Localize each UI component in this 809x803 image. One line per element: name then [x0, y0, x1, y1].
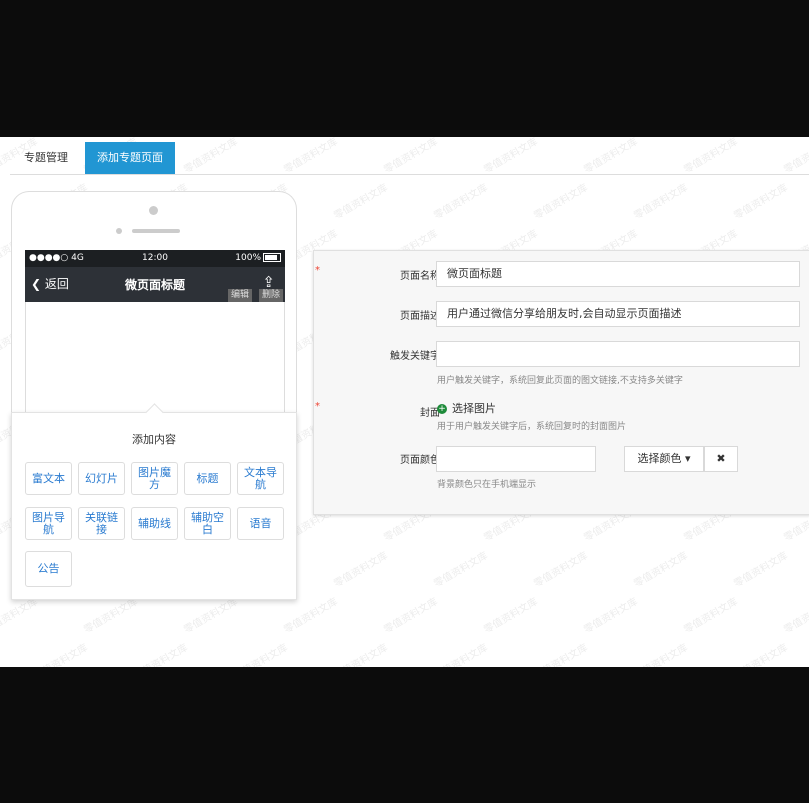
cover-hint: 用于用户触发关键字后，系统回复时的封面图片: [437, 422, 627, 432]
watermark-text: 零值资料文库: [682, 596, 740, 636]
add-image-cube-button[interactable]: 图片魔方: [131, 462, 178, 495]
add-rich-text-button[interactable]: 富文本: [25, 462, 72, 495]
phone-sensor: [116, 228, 122, 234]
add-notice-button[interactable]: 公告: [25, 551, 72, 587]
tab-bar: 专题管理 添加专题页面: [10, 137, 809, 175]
add-link-button[interactable]: 关联链接: [78, 507, 125, 540]
add-slideshow-button[interactable]: 幻灯片: [78, 462, 125, 495]
watermark-text: 零值资料文库: [732, 182, 790, 222]
watermark-text: 零值资料文库: [332, 642, 390, 667]
app-screen: 零值资料文库 零值资料文库 零值资料文库 零值资料文库 零值资料文库 零值资料文库 零值资料…: [0, 137, 809, 667]
add-content-title: 添加内容: [132, 433, 176, 446]
required-marker: *: [315, 265, 320, 276]
add-heading-button[interactable]: 标题: [184, 462, 231, 495]
color-hint: 背景颜色只在手机端显示: [437, 480, 537, 490]
phone-speaker: [132, 229, 180, 233]
watermark-text: 零值资料文库: [532, 642, 590, 667]
add-content-panel: 添加内容 富文本 幻灯片 图片魔方 标题 文本导航 图片导航 关联链接 辅助线 …: [11, 412, 297, 600]
watermark-text: 零值资料文库: [232, 642, 290, 667]
edit-button[interactable]: 编辑: [227, 289, 252, 302]
add-divider-button[interactable]: 辅助线: [131, 507, 178, 540]
tab-topic-management[interactable]: 专题管理: [12, 142, 80, 174]
select-image-button[interactable]: + 选择图片: [437, 400, 496, 416]
battery-indicator: 100%: [235, 250, 281, 267]
watermark-text: 零值资料文库: [632, 550, 690, 590]
watermark-text: 零值资料文库: [382, 596, 440, 636]
color-value-input[interactable]: [436, 446, 596, 472]
watermark-text: 零值资料文库: [332, 550, 390, 590]
page-name-label: 页面名称: [400, 271, 440, 282]
keywords-input[interactable]: [436, 341, 800, 367]
phone-nav-bar: ❮ 返回 微页面标题 ⇪ 编辑 删除: [25, 267, 285, 302]
add-spacer-button[interactable]: 辅助空白: [184, 507, 231, 540]
phone-status-bar: ●●●●○ 4G 12:00 100%: [25, 250, 285, 267]
clear-color-button[interactable]: ✖: [704, 446, 738, 472]
add-text-nav-button[interactable]: 文本导航: [237, 462, 284, 495]
watermark-text: 零值资料文库: [732, 550, 790, 590]
plus-circle-icon: +: [437, 404, 447, 414]
watermark-text: 零值资料文库: [782, 596, 809, 636]
required-marker-cover: *: [315, 401, 320, 412]
watermark-text: 零值资料文库: [132, 642, 190, 667]
watermark-text: 零值资料文库: [432, 642, 490, 667]
select-image-label: 选择图片: [452, 402, 496, 415]
page-settings-form: * 页面名称 微页面标题 页面描述 用户通过微信分享给朋友时,会自动显示页面描述…: [313, 250, 809, 515]
add-voice-button[interactable]: 语音: [237, 507, 284, 540]
keywords-label: 触发关键字: [390, 351, 440, 362]
page-desc-input[interactable]: 用户通过微信分享给朋友时,会自动显示页面描述: [436, 301, 800, 327]
watermark-text: 零值资料文库: [532, 550, 590, 590]
watermark-text: 零值资料文库: [432, 550, 490, 590]
watermark-text: 零值资料文库: [632, 182, 690, 222]
battery-icon: [263, 253, 281, 262]
add-image-nav-button[interactable]: 图片导航: [25, 507, 72, 540]
phone-camera: [149, 206, 158, 215]
watermark-text: 零值资料文库: [732, 642, 790, 667]
battery-text: 100%: [235, 253, 261, 263]
delete-button[interactable]: 删除: [258, 289, 283, 302]
watermark-text: 零值资料文库: [32, 642, 90, 667]
page-desc-label: 页面描述: [400, 311, 440, 322]
watermark-text: 零值资料文库: [432, 182, 490, 222]
choose-color-button[interactable]: 选择颜色 ▾: [624, 446, 704, 472]
watermark-text: 零值资料文库: [582, 596, 640, 636]
keywords-hint: 用户触发关键字，系统回复此页面的图文链接,不支持多关键字: [437, 376, 683, 386]
watermark-text: 零值资料文库: [482, 596, 540, 636]
watermark-text: 零值资料文库: [632, 642, 690, 667]
watermark-text: 零值资料文库: [532, 182, 590, 222]
tab-add-topic-page[interactable]: 添加专题页面: [85, 142, 175, 174]
page-name-input[interactable]: 微页面标题: [436, 261, 800, 287]
page-color-label: 页面颜色: [400, 455, 440, 466]
watermark-text: 零值资料文库: [332, 182, 390, 222]
